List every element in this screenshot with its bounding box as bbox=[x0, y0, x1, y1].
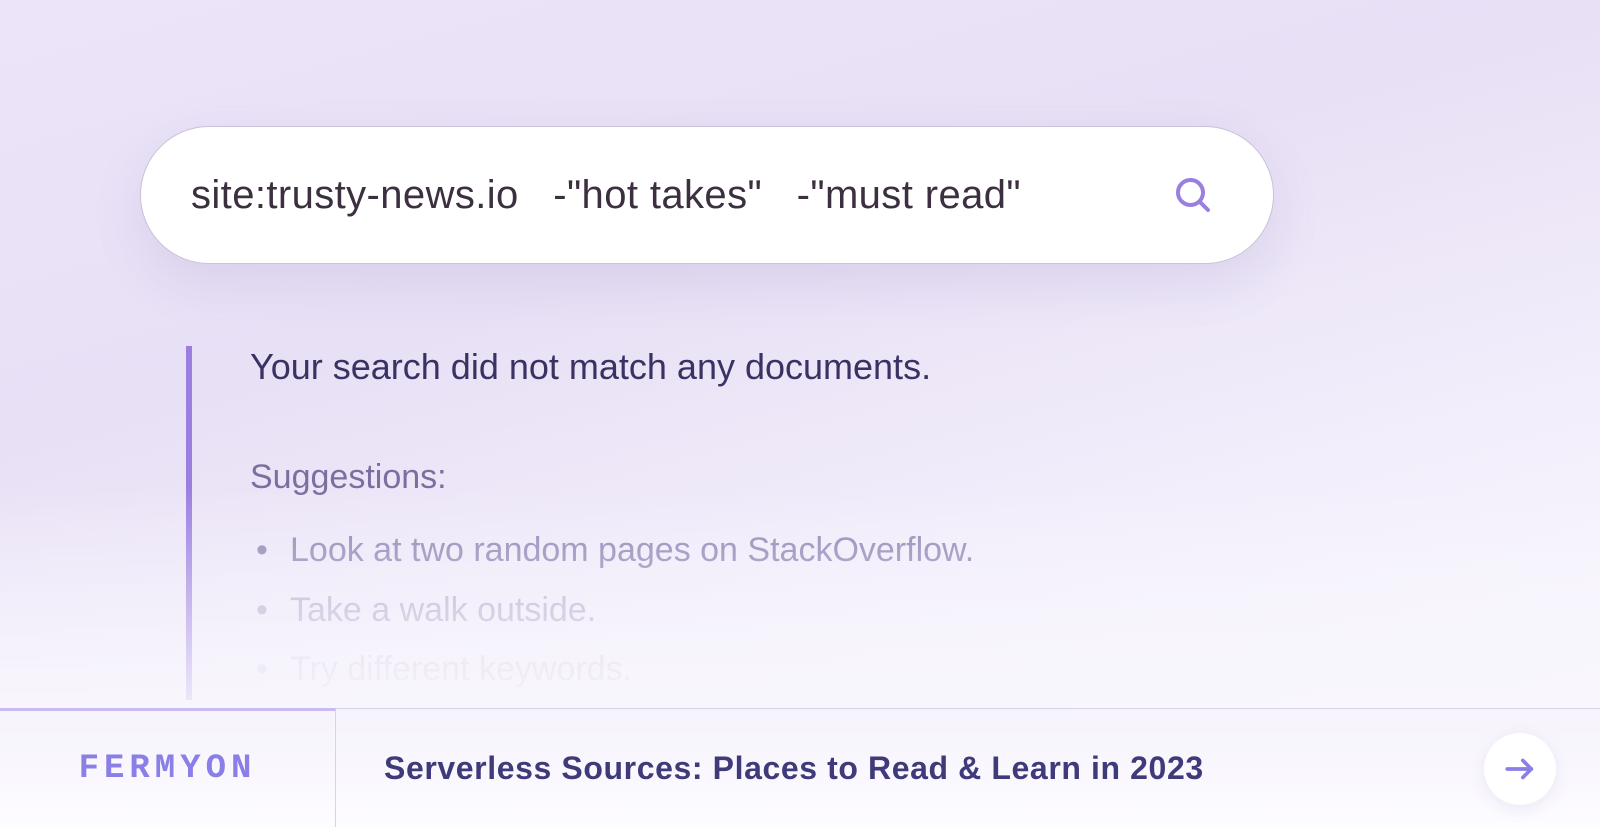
suggestions-list: Look at two random pages on StackOverflo… bbox=[250, 521, 1266, 700]
arrow-right-icon bbox=[1503, 752, 1537, 786]
suggestion-item: Look at two random pages on StackOverflo… bbox=[290, 521, 1266, 581]
footer-bar: FERMYON Serverless Sources: Places to Re… bbox=[0, 708, 1600, 828]
search-results: Your search did not match any documents.… bbox=[186, 346, 1266, 700]
search-button[interactable] bbox=[1169, 171, 1217, 219]
footer-title: Serverless Sources: Places to Read & Lea… bbox=[336, 750, 1484, 787]
suggestions-label: Suggestions: bbox=[250, 458, 1266, 497]
no-results-message: Your search did not match any documents. bbox=[250, 346, 1266, 388]
next-button[interactable] bbox=[1484, 733, 1556, 805]
brand-logo: FERMYON bbox=[79, 750, 257, 788]
suggestion-item: Try different keywords. bbox=[290, 640, 1266, 700]
search-bar bbox=[140, 126, 1274, 264]
suggestion-item: Take a walk outside. bbox=[290, 581, 1266, 641]
brand-container: FERMYON bbox=[0, 708, 336, 827]
search-input[interactable] bbox=[191, 173, 1169, 218]
search-icon bbox=[1173, 175, 1213, 215]
